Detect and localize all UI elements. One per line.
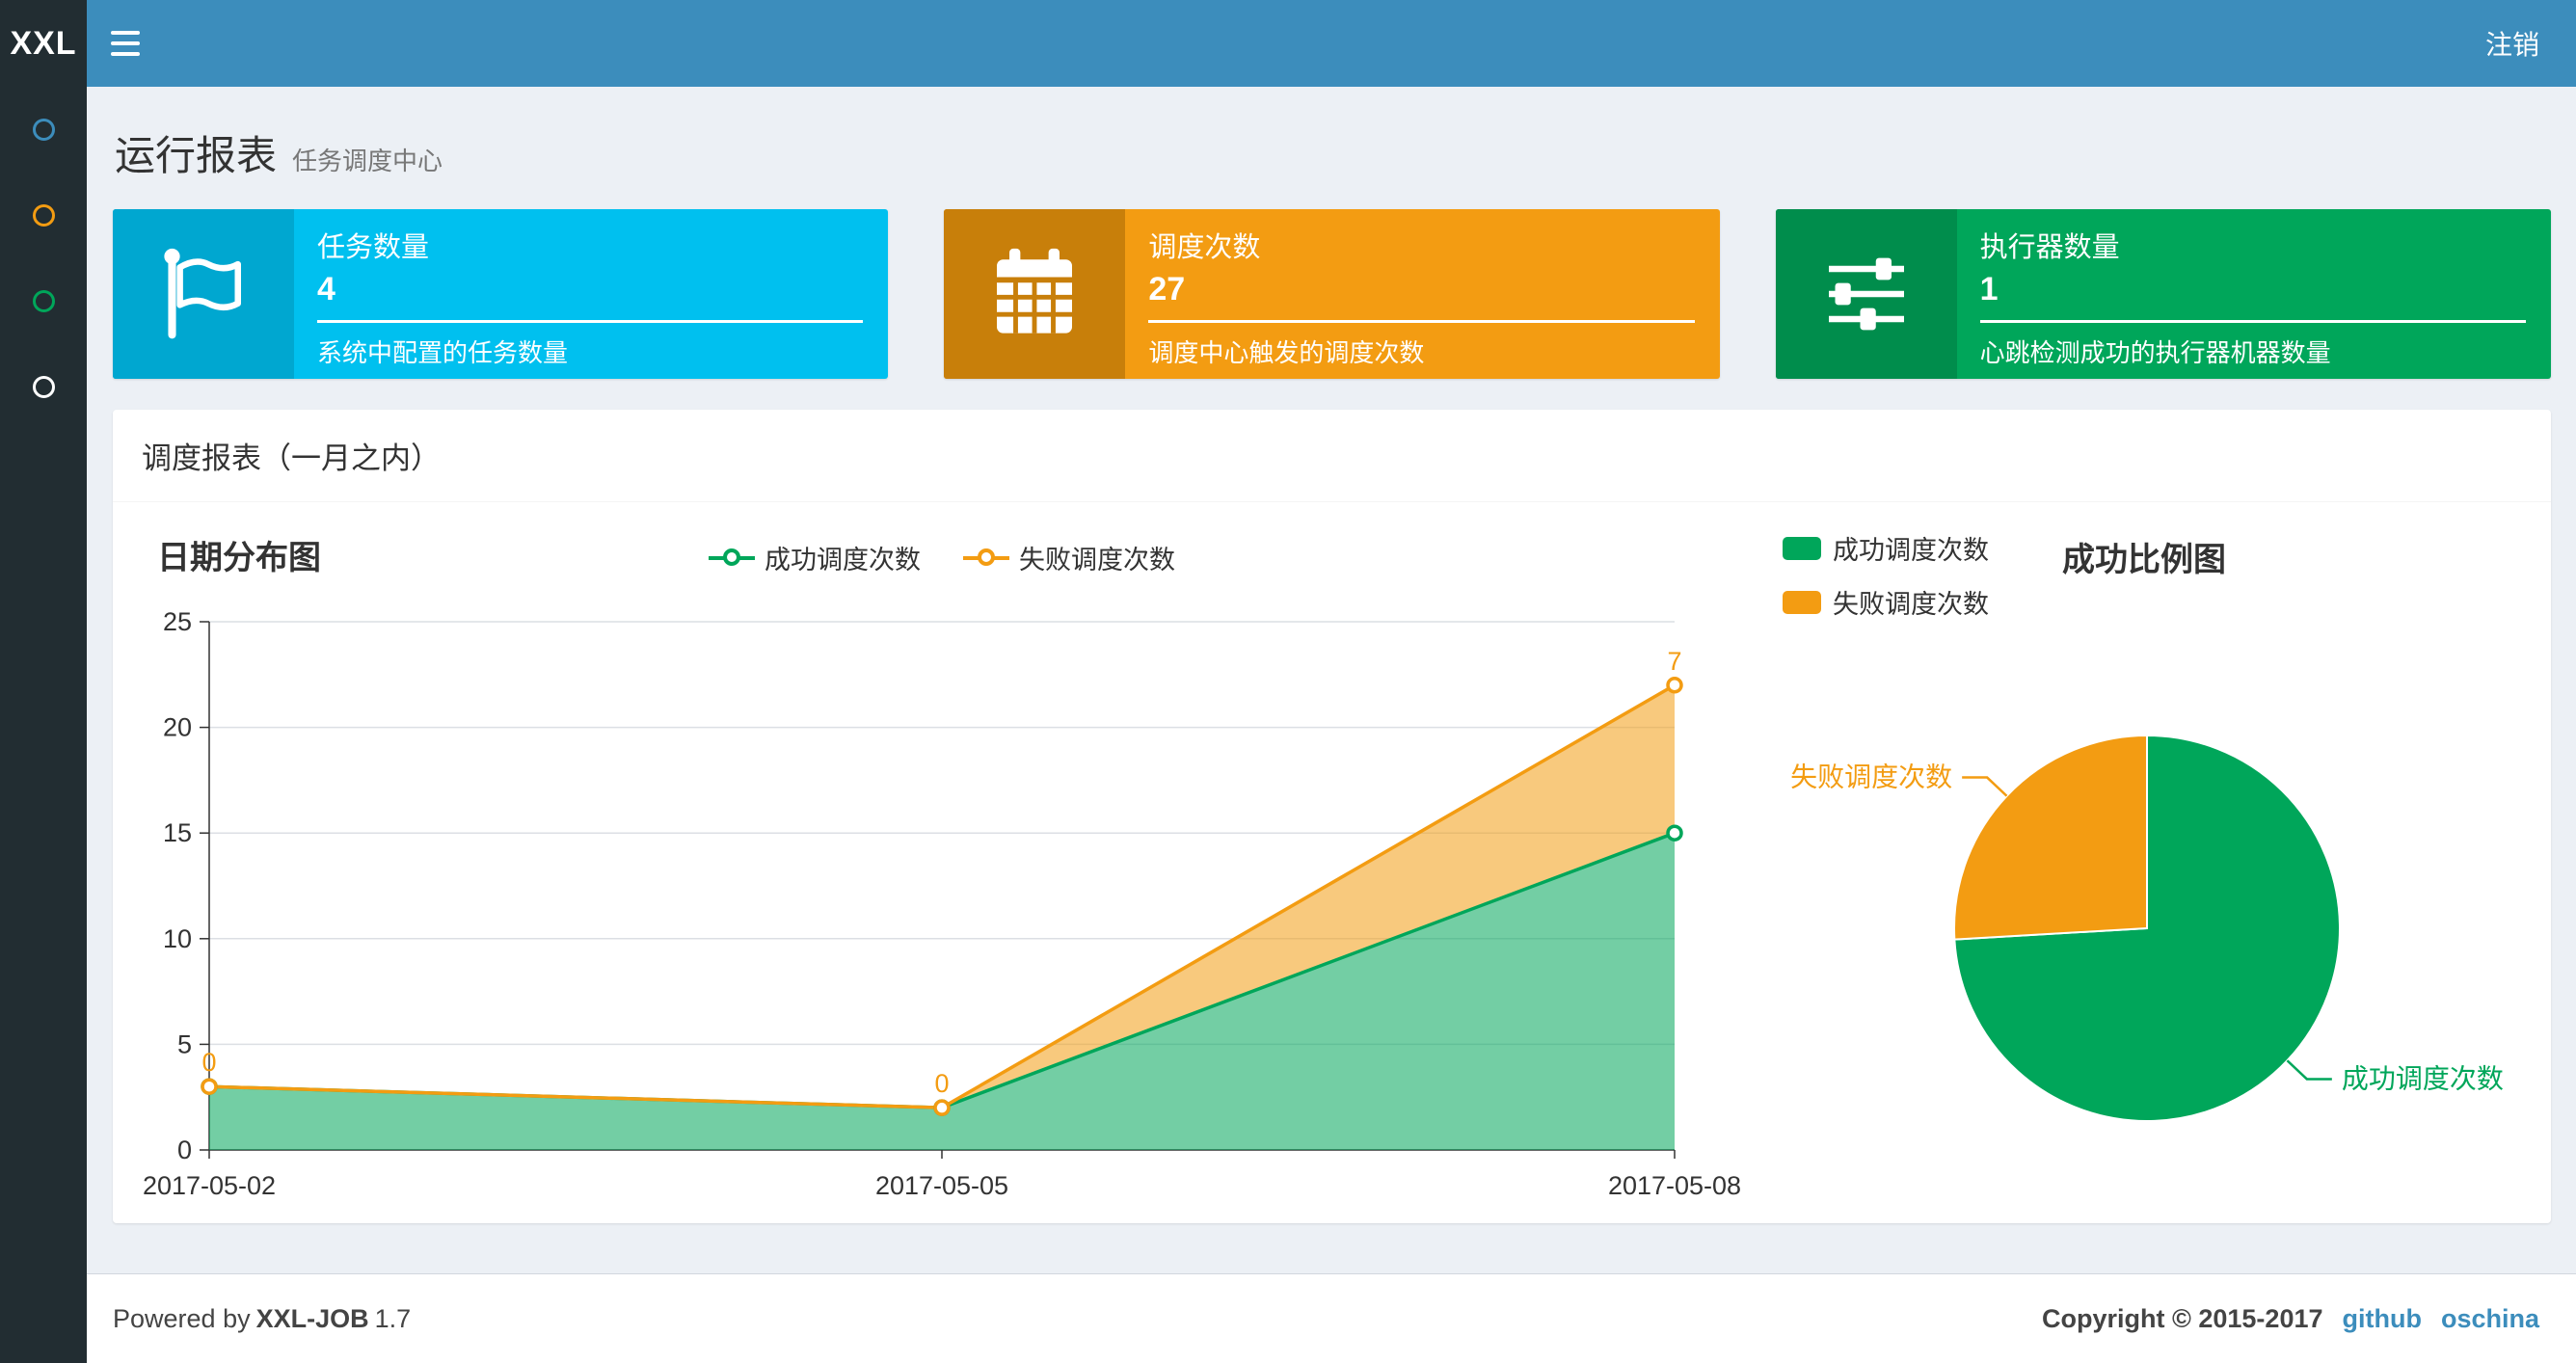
svg-text:5: 5 xyxy=(177,1029,192,1058)
circle-icon xyxy=(32,204,55,227)
github-link[interactable]: github xyxy=(2343,1304,2422,1334)
logout-link[interactable]: 注销 xyxy=(2485,24,2539,63)
circle-icon xyxy=(32,376,55,398)
info-box-label: 执行器数量 xyxy=(1979,232,2120,263)
sidebar-item-2[interactable] xyxy=(0,173,87,258)
sliders-icon xyxy=(1775,209,1957,379)
legend-line-marker xyxy=(963,546,1009,571)
svg-text:成功调度次数: 成功调度次数 xyxy=(2342,1063,2504,1093)
svg-text:10: 10 xyxy=(163,924,192,953)
circle-icon xyxy=(32,119,55,141)
pie-chart-section: 成功调度次数 失败调度次数 成功调度次数 失败调度次数 成功比例图 xyxy=(1742,525,2522,1204)
area-chart: 05101520250072017-05-02 2017-05-05 2017-05… xyxy=(143,607,1741,1200)
pie-chart: 成功调度次数 失败调度次数 xyxy=(1790,734,2504,1122)
sidebar-item-4[interactable] xyxy=(0,344,87,430)
page-title: 运行报表 xyxy=(115,133,278,178)
sidebar-item-3[interactable] xyxy=(0,258,87,344)
svg-text:25: 25 xyxy=(163,607,192,636)
navbar: 注销 xyxy=(87,0,2576,87)
top-navbar: XXL 注销 xyxy=(0,0,2576,87)
legend-item-success[interactable]: 成功调度次数 xyxy=(709,539,921,576)
copyright: Copyright © 2015-2017 xyxy=(2041,1303,2323,1333)
divider xyxy=(1979,320,2526,323)
info-box-executors: 执行器数量 1 心跳检测成功的执行器机器数量 xyxy=(1775,209,2551,379)
svg-text:失败调度次数: 失败调度次数 xyxy=(1790,762,1952,792)
info-box-triggers: 调度次数 27 调度中心触发的调度次数 xyxy=(944,209,1720,379)
svg-text:15: 15 xyxy=(163,818,192,847)
footer: Powered by XXL-JOB 1.7 Copyright © 2015-20… xyxy=(87,1273,2576,1363)
legend-swatch xyxy=(1783,536,1821,560)
app-logo[interactable]: XXL xyxy=(0,0,87,87)
page-subtitle: 任务调度中心 xyxy=(292,147,443,175)
line-chart-legend: 成功调度次数 失败调度次数 xyxy=(142,539,1742,576)
sidebar-toggle-button[interactable] xyxy=(87,0,164,87)
info-box-description: 心跳检测成功的执行器机器数量 xyxy=(1979,338,2331,367)
oschina-link[interactable]: oschina xyxy=(2441,1304,2539,1334)
info-box-description: 调度中心触发的调度次数 xyxy=(1148,338,1425,367)
svg-text:0: 0 xyxy=(201,1048,216,1077)
svg-text:2017-05-08: 2017-05-08 xyxy=(1608,1171,1741,1200)
flag-icon xyxy=(113,209,294,379)
svg-text:2017-05-05: 2017-05-05 xyxy=(875,1171,1008,1200)
report-panel: 调度报表（一月之内） 日期分布图 成功调度次数 失败调度次数 0 5 10 15… xyxy=(113,410,2551,1223)
info-box-label: 调度次数 xyxy=(1148,232,1261,263)
calendar-icon xyxy=(944,209,1126,379)
legend-line-marker xyxy=(709,546,755,571)
page-header: 运行报表 任务调度中心 xyxy=(113,114,2551,209)
info-box-jobs: 任务数量 4 系统中配置的任务数量 xyxy=(113,209,889,379)
legend-swatch xyxy=(1783,590,1821,614)
legend-item-fail[interactable]: 失败调度次数 xyxy=(963,539,1175,576)
content-area: 运行报表 任务调度中心 任务数量 4 系统中配置的任务数量 调度次数 27 调度… xyxy=(87,87,2576,1273)
info-box-value: 4 xyxy=(317,271,335,307)
hamburger-icon xyxy=(111,31,140,35)
pie-legend-success[interactable]: 成功调度次数 xyxy=(1783,529,1989,567)
divider xyxy=(1148,320,1695,323)
svg-text:2017-05-02: 2017-05-02 xyxy=(143,1171,276,1200)
powered-by: Powered by XXL-JOB 1.7 xyxy=(113,1303,412,1333)
info-box-description: 系统中配置的任务数量 xyxy=(317,338,569,367)
sidebar-item-1[interactable] xyxy=(0,87,87,173)
svg-text:0: 0 xyxy=(177,1136,192,1164)
info-box-value: 1 xyxy=(1979,271,1999,307)
sidebar xyxy=(0,87,87,1363)
circle-icon xyxy=(32,290,55,312)
divider xyxy=(317,320,864,323)
svg-text:20: 20 xyxy=(163,713,192,742)
line-chart-section: 日期分布图 成功调度次数 失败调度次数 0 5 10 15 20 25 0 0 7 2017-05… xyxy=(142,525,1742,1204)
info-box-label: 任务数量 xyxy=(317,232,430,263)
info-box-value: 27 xyxy=(1148,271,1186,307)
svg-text:7: 7 xyxy=(1667,647,1681,676)
svg-text:0: 0 xyxy=(934,1069,949,1098)
panel-title: 调度报表（一月之内） xyxy=(113,410,2551,502)
pie-chart-title: 成功比例图 xyxy=(2062,542,2226,578)
stat-boxes: 任务数量 4 系统中配置的任务数量 调度次数 27 调度中心触发的调度次数 执行… xyxy=(113,209,2551,379)
pie-legend-fail[interactable]: 失败调度次数 xyxy=(1783,583,1989,621)
pie-chart-legend: 成功调度次数 失败调度次数 xyxy=(1783,529,1989,621)
